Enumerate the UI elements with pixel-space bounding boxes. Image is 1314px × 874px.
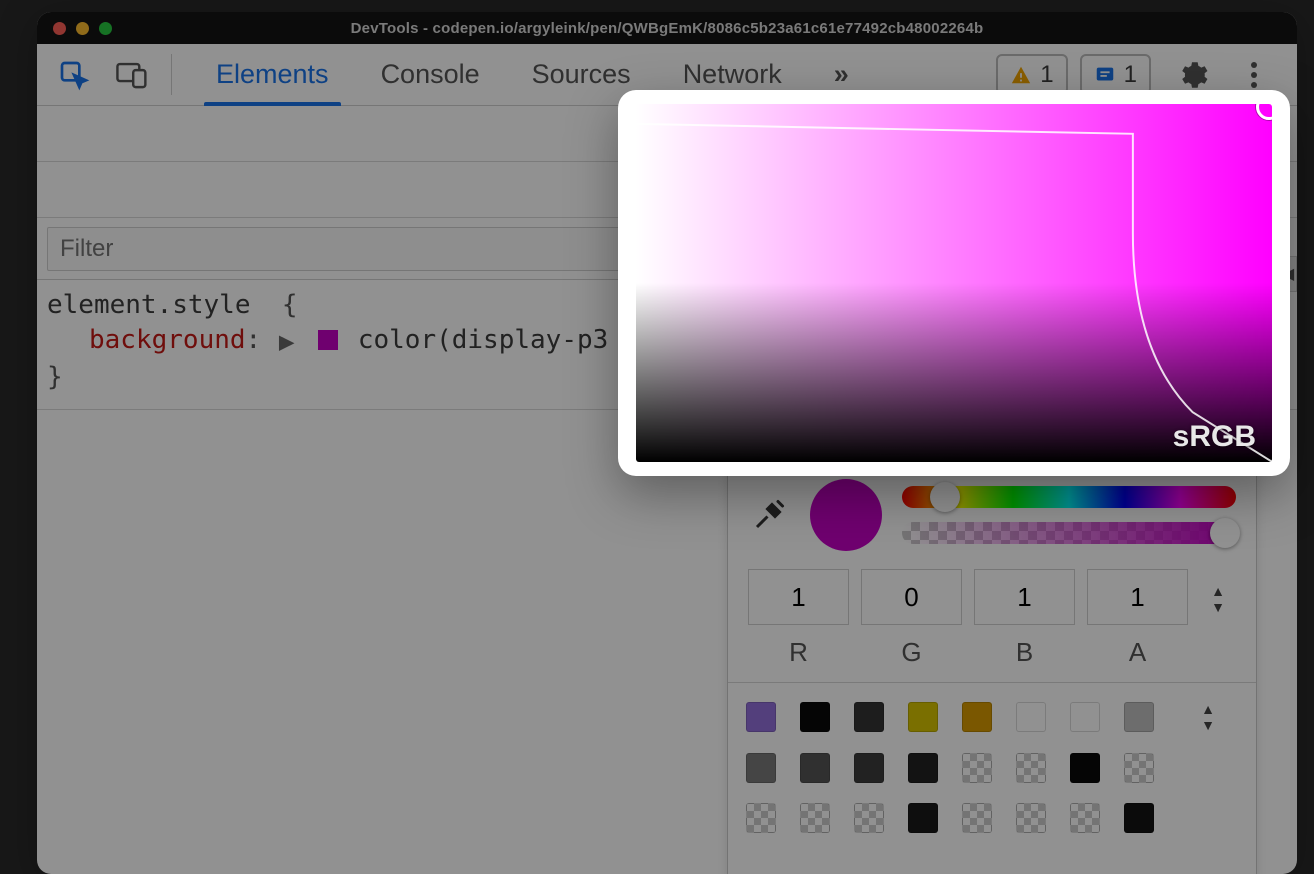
toolbar-separator bbox=[171, 54, 172, 95]
channel-b-input[interactable] bbox=[974, 569, 1075, 625]
palette-swatch[interactable] bbox=[1070, 702, 1100, 732]
palette-swatch[interactable] bbox=[1070, 803, 1100, 833]
issues-count: 1 bbox=[1124, 61, 1137, 89]
channel-g-input[interactable] bbox=[861, 569, 962, 625]
palette-swatch[interactable] bbox=[962, 702, 992, 732]
eyedropper-icon[interactable] bbox=[748, 494, 790, 536]
window-title: DevTools - codepen.io/argyleink/pen/QWBg… bbox=[37, 20, 1297, 37]
gamut-label: sRGB bbox=[1173, 420, 1256, 454]
issue-icon bbox=[1094, 64, 1116, 86]
color-palette: ▲▼ bbox=[728, 683, 1256, 851]
palette-swatch[interactable] bbox=[746, 702, 776, 732]
palette-swatch[interactable] bbox=[962, 753, 992, 783]
palette-swatch[interactable] bbox=[800, 753, 830, 783]
palette-swatch[interactable] bbox=[1016, 803, 1046, 833]
settings-gear-icon[interactable] bbox=[1165, 58, 1219, 92]
css-property-name[interactable]: background bbox=[89, 325, 246, 355]
device-toolbar-icon[interactable] bbox=[105, 44, 159, 105]
palette-stepper[interactable]: ▲▼ bbox=[1178, 701, 1238, 733]
palette-swatch[interactable] bbox=[746, 803, 776, 833]
channel-inputs: R G B A ▲▼ bbox=[728, 559, 1256, 672]
channel-r-input[interactable] bbox=[748, 569, 849, 625]
channel-a-label: A bbox=[1087, 637, 1188, 668]
warnings-pill[interactable]: 1 bbox=[996, 54, 1067, 95]
palette-swatch[interactable] bbox=[800, 803, 830, 833]
alpha-slider[interactable] bbox=[902, 522, 1236, 544]
css-punct-close: } bbox=[47, 362, 63, 392]
minimize-window-button[interactable] bbox=[76, 22, 89, 35]
palette-swatch[interactable] bbox=[800, 702, 830, 732]
spectrum-popover: sRGB bbox=[618, 90, 1290, 476]
palette-swatch[interactable] bbox=[1016, 753, 1046, 783]
palette-swatch[interactable] bbox=[1070, 753, 1100, 783]
color-spectrum[interactable]: sRGB bbox=[636, 104, 1272, 462]
palette-swatch[interactable] bbox=[1124, 702, 1154, 732]
spectrum-handle[interactable] bbox=[1256, 104, 1272, 120]
palette-swatch[interactable] bbox=[854, 702, 884, 732]
css-selector: element.style bbox=[47, 290, 251, 320]
tab-elements[interactable]: Elements bbox=[204, 44, 341, 105]
channel-a-input[interactable] bbox=[1087, 569, 1188, 625]
viewport: DevTools - codepen.io/argyleink/pen/QWBg… bbox=[0, 0, 1314, 874]
inspect-element-icon[interactable] bbox=[47, 44, 101, 105]
hue-slider[interactable] bbox=[902, 486, 1236, 508]
expand-value-icon[interactable]: ▶ bbox=[279, 325, 295, 360]
current-color-swatch bbox=[810, 479, 882, 551]
palette-swatch[interactable] bbox=[746, 753, 776, 783]
palette-swatch[interactable] bbox=[854, 803, 884, 833]
maximize-window-button[interactable] bbox=[99, 22, 112, 35]
more-menu-icon[interactable] bbox=[1227, 60, 1281, 90]
traffic-lights bbox=[37, 22, 112, 35]
tab-console[interactable]: Console bbox=[369, 44, 492, 105]
palette-swatch[interactable] bbox=[1124, 803, 1154, 833]
palette-swatch[interactable] bbox=[1016, 702, 1046, 732]
titlebar: DevTools - codepen.io/argyleink/pen/QWBg… bbox=[37, 12, 1297, 44]
palette-swatch[interactable] bbox=[908, 702, 938, 732]
palette-swatch[interactable] bbox=[962, 803, 992, 833]
close-window-button[interactable] bbox=[53, 22, 66, 35]
channel-b-label: B bbox=[974, 637, 1075, 668]
issues-pill[interactable]: 1 bbox=[1080, 54, 1151, 95]
channel-r-label: R bbox=[748, 637, 849, 668]
channel-g-label: G bbox=[861, 637, 962, 668]
color-swatch-inline[interactable] bbox=[318, 330, 338, 350]
palette-swatch[interactable] bbox=[908, 803, 938, 833]
color-format-stepper[interactable]: ▲▼ bbox=[1200, 583, 1236, 615]
palette-swatch[interactable] bbox=[1124, 753, 1154, 783]
palette-swatch[interactable] bbox=[854, 753, 884, 783]
palette-swatch[interactable] bbox=[908, 753, 938, 783]
warnings-count: 1 bbox=[1040, 61, 1053, 89]
hue-slider-handle[interactable] bbox=[930, 482, 960, 512]
alpha-slider-handle[interactable] bbox=[1210, 518, 1240, 548]
gamut-boundary-line bbox=[636, 104, 1272, 462]
css-punct-open: { bbox=[266, 290, 297, 320]
warning-icon bbox=[1010, 64, 1032, 86]
